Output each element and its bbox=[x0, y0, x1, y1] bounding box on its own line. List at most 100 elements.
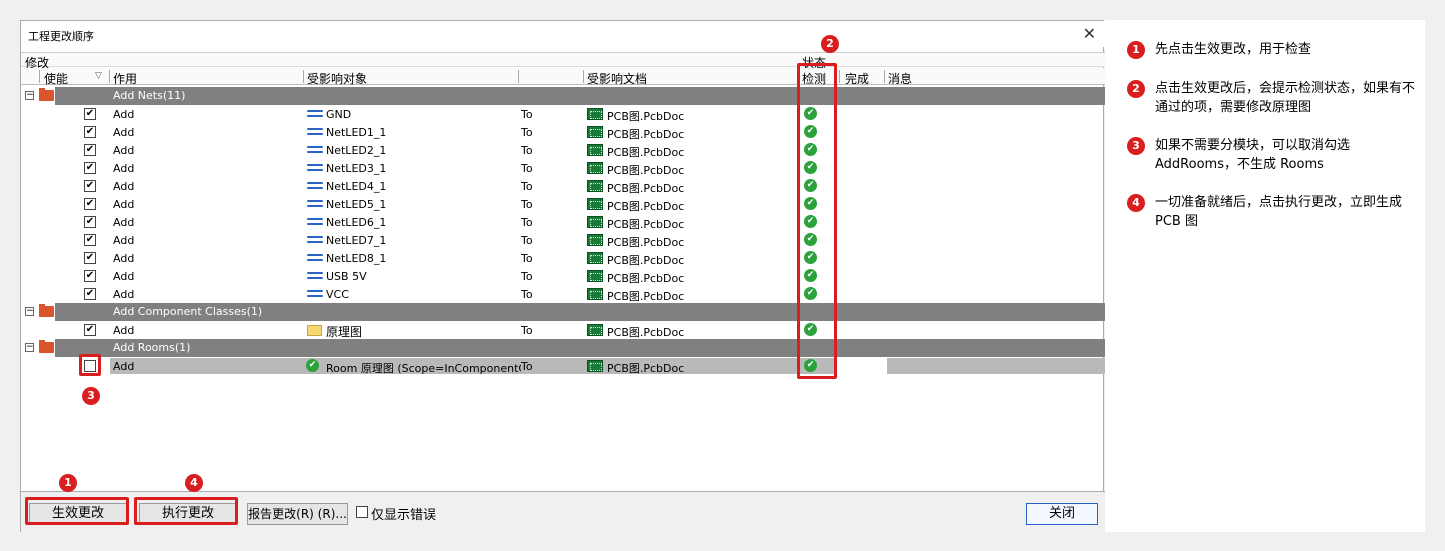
close-button[interactable]: 关闭 bbox=[1026, 503, 1098, 525]
col-message[interactable]: 消息 bbox=[888, 70, 912, 87]
collapse-icon[interactable]: − bbox=[25, 91, 34, 100]
note-3: 3 如果不需要分模块，可以取消勾选AddRooms，不生成 Rooms bbox=[1127, 136, 1417, 174]
net-icon bbox=[307, 290, 323, 298]
change-list: − Add Nets(11) ✔ Add GND To PCB图.PcbDoc … bbox=[21, 87, 1105, 375]
category-row-nets[interactable]: − Add Nets(11) bbox=[21, 87, 1105, 105]
doc-cell: PCB图.PcbDoc bbox=[607, 164, 685, 177]
enable-checkbox[interactable]: ✔ bbox=[84, 144, 96, 156]
doc-cell: PCB图.PcbDoc bbox=[607, 200, 685, 213]
highlight-check-column bbox=[797, 63, 837, 379]
only-errors-label[interactable]: 仅显示错误 bbox=[371, 504, 436, 523]
enable-checkbox[interactable]: ✔ bbox=[84, 324, 96, 336]
net-icon bbox=[307, 254, 323, 262]
action-cell: Add bbox=[113, 360, 135, 373]
net-icon bbox=[307, 164, 323, 172]
table-row[interactable]: ✔ Add NetLED2_1 To PCB图.PcbDoc ✔ bbox=[21, 141, 1105, 159]
highlight-rooms-checkbox bbox=[79, 354, 101, 376]
doc-cell: PCB图.PcbDoc bbox=[607, 128, 685, 141]
report-changes-button[interactable]: 报告更改(R) (R)... bbox=[247, 503, 348, 525]
action-cell: Add bbox=[113, 180, 135, 193]
pcb-doc-icon bbox=[587, 234, 603, 246]
action-cell: Add bbox=[113, 216, 135, 229]
pcb-doc-icon bbox=[587, 126, 603, 138]
only-errors-checkbox[interactable] bbox=[356, 506, 368, 518]
instruction-panel: 1 先点击生效更改，用于检查 2 点击生效更改后，会提示检测状态，如果有不通过的… bbox=[1105, 20, 1425, 532]
enable-checkbox[interactable]: ✔ bbox=[84, 216, 96, 228]
table-row[interactable]: ✔ Add NetLED1_1 To PCB图.PcbDoc ✔ bbox=[21, 123, 1105, 141]
col-done[interactable]: 完成 bbox=[845, 70, 869, 87]
table-row[interactable]: ✔ Add NetLED3_1 To PCB图.PcbDoc ✔ bbox=[21, 159, 1105, 177]
enable-checkbox[interactable]: ✔ bbox=[84, 108, 96, 120]
object-cell: NetLED8_1 bbox=[326, 252, 387, 265]
enable-checkbox[interactable]: ✔ bbox=[84, 198, 96, 210]
category-label: Add Nets(11) bbox=[113, 89, 186, 102]
folder-icon bbox=[39, 304, 54, 317]
enable-checkbox[interactable]: ✔ bbox=[84, 270, 96, 282]
enable-checkbox[interactable]: ✔ bbox=[84, 126, 96, 138]
object-cell: NetLED4_1 bbox=[326, 180, 387, 193]
net-icon bbox=[307, 128, 323, 136]
col-action[interactable]: 作用 bbox=[113, 70, 137, 87]
to-cell: To bbox=[521, 360, 533, 373]
enable-checkbox[interactable]: ✔ bbox=[84, 234, 96, 246]
net-icon bbox=[307, 272, 323, 280]
table-row[interactable]: ✔ Add NetLED8_1 To PCB图.PcbDoc ✔ bbox=[21, 249, 1105, 267]
table-row[interactable]: ✔ Add NetLED7_1 To PCB图.PcbDoc ✔ bbox=[21, 231, 1105, 249]
net-icon bbox=[307, 110, 323, 118]
to-cell: To bbox=[521, 108, 533, 121]
doc-cell: PCB图.PcbDoc bbox=[607, 362, 685, 375]
note-text: 一切准备就绪后，点击执行更改，立即生成 PCB 图 bbox=[1155, 195, 1403, 229]
table-row[interactable]: ✔ Add NetLED5_1 To PCB图.PcbDoc ✔ bbox=[21, 195, 1105, 213]
object-cell: VCC bbox=[326, 288, 349, 301]
to-cell: To bbox=[521, 324, 533, 337]
enable-checkbox[interactable]: ✔ bbox=[84, 288, 96, 300]
table-row[interactable]: ✔ Add NetLED4_1 To PCB图.PcbDoc ✔ bbox=[21, 177, 1105, 195]
category-row-rooms[interactable]: − Add Rooms(1) bbox=[21, 339, 1105, 357]
to-cell: To bbox=[521, 288, 533, 301]
category-row-component-classes[interactable]: − Add Component Classes(1) bbox=[21, 303, 1105, 321]
object-cell: Room 原理图 (Scope=InComponentC bbox=[326, 362, 521, 375]
callout-badge-4: 4 bbox=[185, 474, 203, 492]
to-cell: To bbox=[521, 270, 533, 283]
folder-icon bbox=[307, 325, 322, 336]
col-affected-object[interactable]: 受影响对象 bbox=[307, 70, 367, 87]
highlight-execute-button bbox=[134, 497, 238, 525]
pcb-doc-icon bbox=[587, 144, 603, 156]
enable-checkbox[interactable]: ✔ bbox=[84, 162, 96, 174]
table-row[interactable]: ✔ Add NetLED6_1 To PCB图.PcbDoc ✔ bbox=[21, 213, 1105, 231]
doc-cell: PCB图.PcbDoc bbox=[607, 110, 685, 123]
col-affected-doc[interactable]: 受影响文档 bbox=[587, 70, 647, 87]
doc-cell: PCB图.PcbDoc bbox=[607, 326, 685, 339]
enable-checkbox[interactable]: ✔ bbox=[84, 252, 96, 264]
to-cell: To bbox=[521, 216, 533, 229]
table-row[interactable]: ✔ Add GND To PCB图.PcbDoc ✔ bbox=[21, 105, 1105, 123]
table-row-selected[interactable]: Add ✔ Room 原理图 (Scope=InComponentC To PC… bbox=[21, 357, 1105, 375]
object-cell: NetLED7_1 bbox=[326, 234, 387, 247]
note-badge: 4 bbox=[1127, 194, 1145, 212]
to-cell: To bbox=[521, 252, 533, 265]
pcb-doc-icon bbox=[587, 270, 603, 282]
action-cell: Add bbox=[113, 288, 135, 301]
net-icon bbox=[307, 146, 323, 154]
table-row[interactable]: ✔ Add 原理图 To PCB图.PcbDoc ✔ bbox=[21, 321, 1105, 339]
collapse-icon[interactable]: − bbox=[25, 343, 34, 352]
object-cell: GND bbox=[326, 108, 352, 121]
to-cell: To bbox=[521, 234, 533, 247]
column-header-row: 使能 ▽ 作用 受影响对象 受影响文档 检测 完成 消息 bbox=[21, 68, 1105, 87]
doc-cell: PCB图.PcbDoc bbox=[607, 146, 685, 159]
highlight-validate-button bbox=[25, 497, 129, 525]
collapse-icon[interactable]: − bbox=[25, 307, 34, 316]
action-cell: Add bbox=[113, 162, 135, 175]
doc-cell: PCB图.PcbDoc bbox=[607, 236, 685, 249]
note-badge: 3 bbox=[1127, 137, 1145, 155]
filter-icon[interactable]: ▽ bbox=[95, 71, 102, 81]
table-row[interactable]: ✔ Add USB 5V To PCB图.PcbDoc ✔ bbox=[21, 267, 1105, 285]
col-enable[interactable]: 使能 bbox=[44, 70, 68, 87]
note-text: 先点击生效更改，用于检查 bbox=[1155, 42, 1312, 57]
enable-checkbox[interactable]: ✔ bbox=[84, 180, 96, 192]
object-cell: NetLED5_1 bbox=[326, 198, 387, 211]
table-row[interactable]: ✔ Add VCC To PCB图.PcbDoc ✔ bbox=[21, 285, 1105, 303]
close-icon[interactable]: ✕ bbox=[1083, 24, 1096, 43]
category-label: Add Component Classes(1) bbox=[113, 305, 263, 318]
folder-icon bbox=[39, 88, 54, 101]
